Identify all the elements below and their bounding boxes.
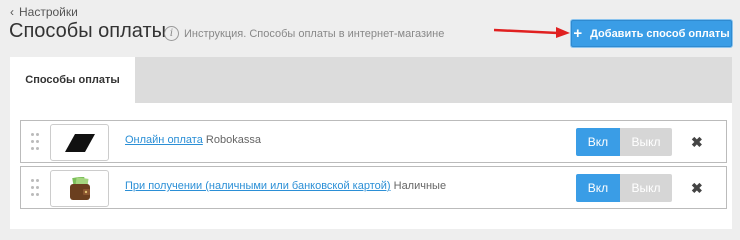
enable-toggle: Вкл Выкл [576, 174, 672, 202]
payment-method-name: Онлайн оплата Robokassa [125, 134, 261, 146]
enable-off-button[interactable]: Выкл [620, 128, 672, 156]
help-link[interactable]: i Инструкция. Способы оплаты в интернет-… [164, 26, 444, 41]
chevron-left-icon: ‹ [10, 5, 14, 19]
add-payment-method-button[interactable]: + Добавить способ оплаты [571, 20, 732, 47]
payment-method-provider: Robokassa [205, 134, 261, 146]
payment-methods-list: Онлайн оплата Robokassa Вкл Выкл ✖ При п… [20, 120, 727, 209]
enable-toggle: Вкл Выкл [576, 128, 672, 156]
add-payment-method-label: Добавить способ оплаты [590, 27, 730, 40]
payment-method-row: Онлайн оплата Robokassa Вкл Выкл ✖ [20, 120, 727, 163]
payment-method-row: При получении (наличными или банковской … [20, 166, 727, 209]
tab-bar: Способы оплаты [10, 57, 732, 103]
enable-on-button[interactable]: Вкл [576, 128, 620, 156]
help-link-label: Инструкция. Способы оплаты в интернет-ма… [184, 27, 445, 40]
back-link[interactable]: ‹ Настройки [10, 5, 78, 19]
wallet-icon [50, 170, 109, 207]
drag-handle-icon[interactable] [31, 133, 39, 151]
payment-method-link[interactable]: Онлайн оплата [125, 134, 203, 146]
tab-payment-methods[interactable]: Способы оплаты [10, 57, 135, 103]
info-icon: i [164, 26, 179, 41]
payment-method-provider: Наличные [393, 180, 447, 192]
robokassa-logo-icon [50, 124, 109, 161]
back-link-label: Настройки [19, 5, 78, 19]
plus-icon: + [573, 25, 583, 42]
delete-icon[interactable]: ✖ [691, 180, 703, 197]
payment-methods-panel: Способы оплаты Онлайн оплата Robokassa В… [10, 57, 732, 229]
payment-method-name: При получении (наличными или банковской … [125, 180, 446, 192]
red-arrow-icon [494, 27, 570, 38]
delete-icon[interactable]: ✖ [691, 134, 703, 151]
enable-on-button[interactable]: Вкл [576, 174, 620, 202]
drag-handle-icon[interactable] [31, 179, 39, 197]
enable-off-button[interactable]: Выкл [620, 174, 672, 202]
page-title: Способы оплаты [9, 20, 166, 42]
payment-method-link[interactable]: При получении (наличными или банковской … [125, 180, 391, 192]
